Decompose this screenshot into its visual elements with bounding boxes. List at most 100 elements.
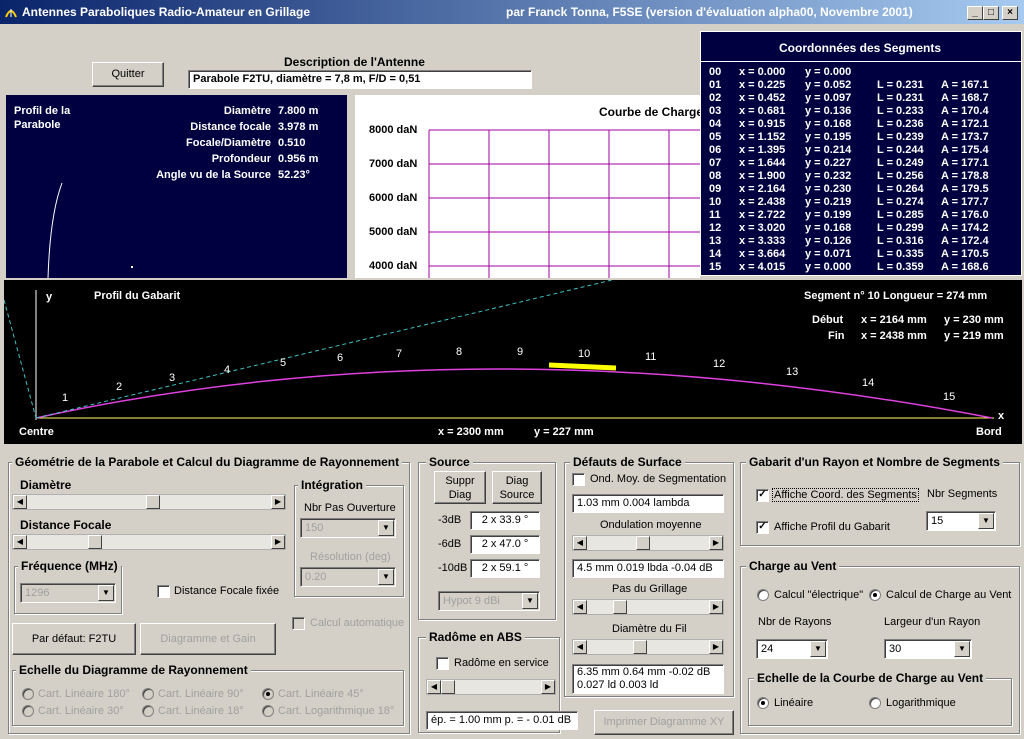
echelle-radio[interactable]: [22, 688, 34, 700]
segment-x: x = 1.644: [739, 157, 786, 169]
gabarit-point-label: 15: [943, 391, 956, 403]
gabarit-point-label: 3: [169, 372, 176, 384]
segment-n: 09: [709, 183, 722, 195]
segment-l: L = 0.335: [877, 248, 924, 260]
gabarit-canvas: [4, 280, 994, 420]
segment-x: x = 1.900: [739, 170, 786, 182]
description-field[interactable]: Parabole F2TU, diamètre = 7,8 m, F/D = 0…: [188, 70, 532, 89]
nbr-rayons-select[interactable]: 24 ▼: [756, 639, 828, 659]
diagramme-gain-button[interactable]: Diagramme et Gain: [140, 623, 276, 655]
echelle-radio[interactable]: [262, 705, 274, 717]
echelle-radio[interactable]: [142, 705, 154, 717]
echelle-radio-label: Cart. Logarithmique 18°: [278, 705, 395, 717]
quit-button[interactable]: Quitter: [92, 62, 164, 87]
largeur-label: Largeur d'un Rayon: [884, 616, 981, 628]
segment-l: L = 0.244: [877, 144, 924, 156]
suppr-diag-button[interactable]: Suppr Diag: [434, 471, 486, 504]
window-author: par Franck Tonna, F5SE (version d'évalua…: [506, 5, 913, 19]
gabarit-y-axis: y: [46, 291, 53, 303]
charge-curve-panel: Courbe de Charge 8000 daN 7000 daN 6000 da…: [355, 95, 703, 278]
ond-segmentation-checkbox[interactable]: [572, 473, 585, 486]
nbr-segments-label: Nbr Segments: [927, 488, 998, 500]
nbpas-select[interactable]: 150 ▼: [300, 518, 396, 538]
segment-l: L = 0.231: [877, 92, 924, 104]
calcul-auto-label: Calcul automatique: [310, 617, 405, 629]
fin-label: Fin: [828, 330, 845, 342]
segment-a: A = 174.2: [941, 222, 989, 234]
segment-x: x = 2.438: [739, 196, 786, 208]
focale-slider[interactable]: ◀ ▶: [12, 534, 286, 550]
segment-x: x = 0.452: [739, 92, 786, 104]
segment-a: A = 168.6: [941, 261, 989, 273]
segment-n: 08: [709, 170, 722, 182]
gabarit-group-title: Gabarit d'un Rayon et Nombre de Segments: [746, 455, 1003, 469]
calcul-auto-checkbox[interactable]: [292, 617, 305, 630]
frequency-title: Fréquence (MHz): [18, 559, 121, 573]
segment-y: y = 0.230: [805, 183, 852, 195]
segment-l: L = 0.299: [877, 222, 924, 234]
source-level-label: -6dB: [438, 538, 462, 550]
segment-x: x = 0.000: [739, 66, 786, 78]
resolution-select[interactable]: 0.20 ▼: [300, 567, 396, 587]
distance-focale-checkbox[interactable]: [157, 585, 170, 598]
maximize-icon[interactable]: □: [983, 6, 999, 20]
diametre-slider[interactable]: ◀ ▶: [12, 494, 286, 510]
fil-slider[interactable]: ◀ ▶: [572, 639, 724, 655]
close-icon[interactable]: ×: [1002, 6, 1018, 20]
largeur-select[interactable]: 30 ▼: [884, 639, 972, 659]
chevron-down-icon[interactable]: ▼: [378, 569, 394, 585]
chevron-down-icon[interactable]: ▼: [810, 641, 826, 657]
echelle-radio[interactable]: [262, 688, 274, 700]
segment-y: y = 0.199: [805, 209, 852, 221]
segment-a: A = 177.7: [941, 196, 989, 208]
radome-checkbox[interactable]: [436, 657, 449, 670]
imprimer-diagramme-button[interactable]: Imprimer Diagramme XY: [594, 710, 734, 735]
calcul-charge-radio[interactable]: [869, 589, 881, 601]
default-f2tu-button[interactable]: Par défaut: F2TU: [12, 623, 136, 655]
ondulation-label: Ondulation moyenne: [600, 519, 702, 531]
segment-n: 00: [709, 66, 722, 78]
segment-n: 07: [709, 157, 722, 169]
pas-slider[interactable]: ◀ ▶: [572, 599, 724, 615]
gabarit-point-label: 7: [396, 348, 403, 360]
chevron-down-icon[interactable]: ▼: [98, 585, 114, 601]
lineaire-radio[interactable]: [757, 697, 769, 709]
calcul-electrique-radio[interactable]: [757, 589, 769, 601]
segment-x: x = 1.395: [739, 144, 786, 156]
segment-a: A = 172.4: [941, 235, 989, 247]
echelle-radio-label: Cart. Linéaire 45°: [278, 688, 364, 700]
segment-l: L = 0.274: [877, 196, 924, 208]
diametre-label: Diamètre: [20, 478, 72, 492]
chevron-down-icon[interactable]: ▼: [954, 641, 970, 657]
segments-title: Coordonnées des Segments: [779, 41, 942, 55]
chevron-down-icon[interactable]: ▼: [378, 520, 394, 536]
segment-y: y = 0.195: [805, 131, 852, 143]
gabarit-point-label: 11: [645, 351, 657, 363]
affiche-profil-checkbox[interactable]: ✓: [756, 521, 769, 534]
radome-slider[interactable]: ◀ ▶: [426, 679, 556, 695]
gabarit-x-axis: x: [998, 410, 1005, 422]
segment-x: x = 4.015: [739, 261, 786, 273]
chevron-down-icon[interactable]: ▼: [978, 513, 994, 529]
defauts-title: Défauts de Surface: [570, 455, 685, 469]
minimize-icon[interactable]: _: [967, 6, 983, 20]
segment-n: 12: [709, 222, 722, 234]
echelle-radio[interactable]: [142, 688, 154, 700]
hypot-value: Hypot 9 dBi: [443, 595, 500, 607]
fil-value-line-1: 6.35 mm 0.64 mm -0.02 dB: [577, 666, 711, 678]
hypot-select[interactable]: Hypot 9 dBi ▼: [438, 591, 540, 611]
frequency-select[interactable]: 1296 ▼: [20, 583, 116, 603]
segment-n: 04: [709, 118, 722, 130]
segment-n: 10: [709, 196, 722, 208]
diag-source-button[interactable]: Diag Source: [492, 471, 542, 504]
echelle-radio[interactable]: [22, 705, 34, 717]
focale-label: Distance Focale: [20, 518, 112, 532]
source-level-label: -3dB: [438, 514, 462, 526]
ondulation-slider[interactable]: ◀ ▶: [572, 535, 724, 551]
logarithmique-radio[interactable]: [869, 697, 881, 709]
chevron-down-icon[interactable]: ▼: [522, 593, 538, 609]
segment-a: A = 170.4: [941, 105, 989, 117]
affiche-coord-checkbox[interactable]: ✓: [756, 489, 769, 502]
nbr-segments-select[interactable]: 15 ▼: [926, 511, 996, 531]
segment-n: 15: [709, 261, 722, 273]
